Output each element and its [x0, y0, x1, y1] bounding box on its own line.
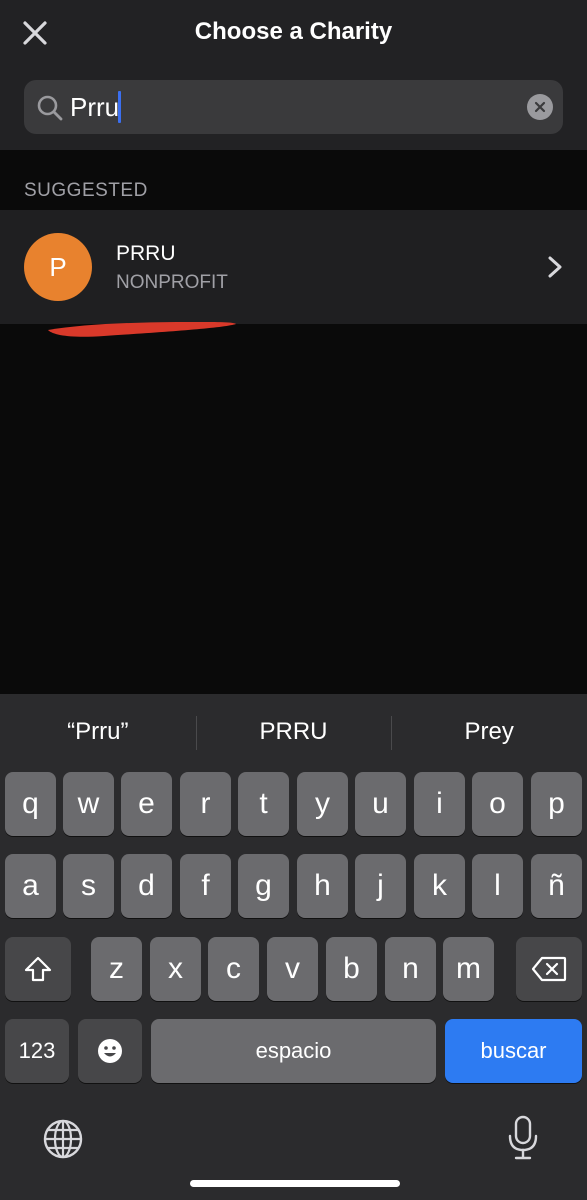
key-y[interactable]: y [297, 772, 348, 836]
key-j[interactable]: j [355, 854, 406, 918]
search-key[interactable]: buscar [445, 1019, 582, 1083]
home-indicator[interactable] [190, 1180, 400, 1187]
key-n-tilde[interactable]: ñ [531, 854, 582, 918]
key-row-2: a s d f g h j k l ñ [0, 854, 587, 918]
keyboard: “Prru” PRRU Prey q w e r t y u i o p a s… [0, 694, 587, 1200]
app-screen: Choose a Charity SUGGESTED P PRRU NONPRO… [0, 0, 587, 1200]
keyboard-suggestions: “Prru” PRRU Prey [0, 694, 587, 770]
text-caret [118, 91, 121, 123]
suggestion-1[interactable]: “Prru” [0, 694, 196, 770]
microphone-icon[interactable] [506, 1114, 540, 1162]
space-key[interactable]: espacio [151, 1019, 436, 1083]
key-o[interactable]: o [472, 772, 523, 836]
red-annotation-mark [48, 322, 236, 337]
key-w[interactable]: w [63, 772, 114, 836]
page-title: Choose a Charity [194, 18, 393, 45]
key-e[interactable]: e [121, 772, 172, 836]
section-label: SUGGESTED [24, 180, 148, 201]
key-l[interactable]: l [472, 854, 523, 918]
key-v[interactable]: v [267, 937, 318, 1001]
backspace-icon [531, 956, 567, 982]
numbers-key[interactable]: 123 [5, 1019, 69, 1083]
charity-name: PRRU [116, 242, 176, 265]
key-h[interactable]: h [297, 854, 348, 918]
key-row-1: q w e r t y u i o p [0, 772, 587, 836]
charity-type: NONPROFIT [116, 272, 228, 293]
chevron-right-icon [548, 256, 562, 278]
header: Choose a Charity [0, 0, 587, 150]
key-c[interactable]: c [208, 937, 259, 1001]
key-row-3: z x c v b n m [0, 937, 587, 1001]
key-d[interactable]: d [121, 854, 172, 918]
emoji-icon [98, 1039, 122, 1063]
suggestion-2[interactable]: PRRU [195, 694, 392, 770]
key-t[interactable]: t [238, 772, 289, 836]
globe-icon[interactable] [42, 1118, 84, 1160]
key-z[interactable]: z [91, 937, 142, 1001]
delete-key[interactable] [516, 937, 582, 1001]
key-s[interactable]: s [63, 854, 114, 918]
search-icon [37, 95, 63, 121]
key-q[interactable]: q [5, 772, 56, 836]
key-u[interactable]: u [355, 772, 406, 836]
shift-icon [24, 956, 52, 982]
key-k[interactable]: k [414, 854, 465, 918]
key-g[interactable]: g [238, 854, 289, 918]
key-n[interactable]: n [385, 937, 436, 1001]
search-input[interactable] [70, 80, 530, 134]
key-p[interactable]: p [531, 772, 582, 836]
shift-key[interactable] [5, 937, 71, 1001]
key-f[interactable]: f [180, 854, 231, 918]
emoji-key[interactable] [78, 1019, 142, 1083]
key-r[interactable]: r [180, 772, 231, 836]
charity-list-item[interactable]: P PRRU NONPROFIT [0, 210, 587, 324]
avatar: P [24, 233, 92, 301]
key-row-4: 123 espacio buscar [0, 1019, 587, 1083]
clear-icon [534, 101, 546, 113]
key-b[interactable]: b [326, 937, 377, 1001]
key-i[interactable]: i [414, 772, 465, 836]
search-bar[interactable] [24, 80, 563, 134]
clear-search-button[interactable] [527, 94, 553, 120]
suggestion-3[interactable]: Prey [391, 694, 587, 770]
key-a[interactable]: a [5, 854, 56, 918]
key-m[interactable]: m [443, 937, 494, 1001]
key-x[interactable]: x [150, 937, 201, 1001]
